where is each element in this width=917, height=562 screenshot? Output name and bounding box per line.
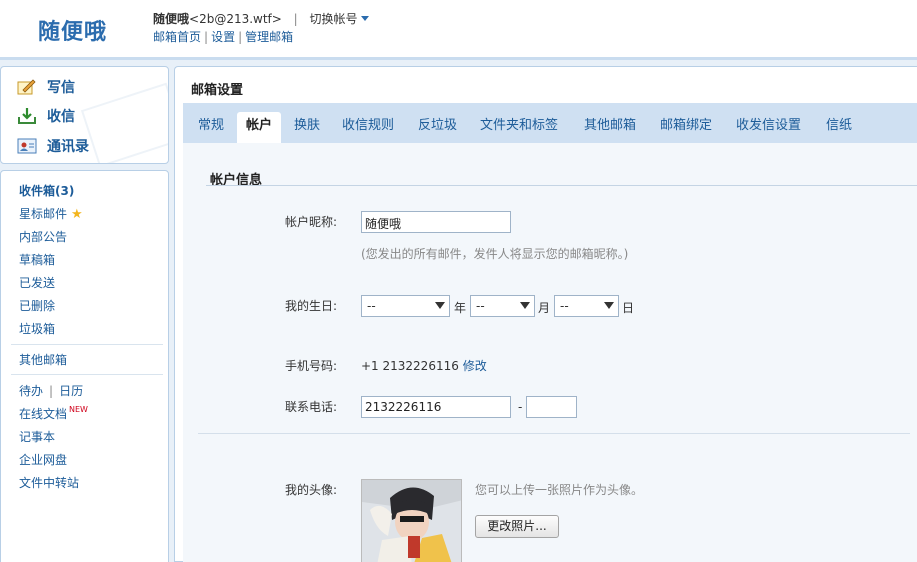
mobile-edit-link[interactable]: 修改 bbox=[463, 359, 487, 373]
birthday-year-value: -- bbox=[367, 299, 376, 313]
separator: | bbox=[238, 30, 243, 44]
user-email: <2b@213.wtf> bbox=[189, 12, 282, 26]
phone-input[interactable]: 2132226116 bbox=[361, 396, 511, 418]
calendar-link[interactable]: 日历 bbox=[59, 384, 83, 398]
user-info: 随便哦<2b@213.wtf> | 切换帐号 bbox=[153, 10, 369, 27]
quick-actions-panel: 写信 收信 通讯录 bbox=[0, 66, 169, 164]
star-icon: ★ bbox=[71, 207, 83, 222]
pencil-icon bbox=[17, 78, 37, 96]
compose-button[interactable]: 写信 bbox=[17, 76, 75, 98]
avatar bbox=[361, 479, 462, 562]
divider bbox=[11, 344, 163, 345]
birthday-day-value: -- bbox=[560, 299, 569, 313]
todo-link[interactable]: 待办 bbox=[19, 384, 43, 398]
tab-stationery[interactable]: 信纸 bbox=[826, 112, 852, 143]
folder-starred[interactable]: 星标邮件 ★ bbox=[19, 205, 83, 222]
birthday-day-select[interactable]: -- bbox=[554, 295, 619, 317]
folder-drafts[interactable]: 草稿箱 bbox=[19, 251, 55, 268]
chevron-down-icon bbox=[520, 302, 530, 309]
separator: | bbox=[204, 30, 209, 44]
file-transfer-link[interactable]: 文件中转站 bbox=[19, 474, 79, 491]
receive-label: 收信 bbox=[47, 109, 75, 125]
tab-other-mailboxes[interactable]: 其他邮箱 bbox=[584, 112, 636, 143]
birthday-year-select[interactable]: -- bbox=[361, 295, 450, 317]
tab-receive-rules[interactable]: 收信规则 bbox=[342, 112, 394, 143]
settings-tabs: 常规 帐户 换肤 收信规则 反垃圾 文件夹和标签 其他邮箱 邮箱绑定 收发信设置… bbox=[183, 103, 917, 143]
header-links: 邮箱首页 | 设置 | 管理邮箱 bbox=[153, 28, 293, 45]
user-nickname: 随便哦 bbox=[153, 12, 190, 26]
tab-folders-labels[interactable]: 文件夹和标签 bbox=[480, 112, 558, 143]
phone-extension-input[interactable] bbox=[526, 396, 577, 418]
folder-inbox[interactable]: 收件箱(3) bbox=[19, 182, 74, 199]
birthday-label: 我的生日: bbox=[285, 299, 338, 313]
folder-other-mailboxes[interactable]: 其他邮箱 bbox=[19, 351, 67, 368]
mobile-row: +1 2132226116 修改 bbox=[361, 357, 487, 374]
divider bbox=[198, 433, 910, 434]
contacts-label: 通讯录 bbox=[47, 139, 89, 155]
nickname-hint: (您发出的所有邮件，发件人将显示您的邮箱昵称。) bbox=[361, 247, 629, 261]
new-badge: NEW bbox=[69, 405, 88, 414]
birthday-month-value: -- bbox=[476, 299, 485, 313]
chevron-down-icon bbox=[435, 302, 445, 309]
folder-announcements[interactable]: 内部公告 bbox=[19, 228, 67, 245]
phone-label: 联系电话: bbox=[285, 400, 338, 414]
avatar-label: 我的头像: bbox=[285, 483, 338, 497]
year-unit: 年 bbox=[454, 301, 467, 315]
folder-spam[interactable]: 垃圾箱 bbox=[19, 320, 55, 337]
phone-dash: - bbox=[518, 400, 523, 414]
birthday-month-select[interactable]: -- bbox=[470, 295, 535, 317]
separator: | bbox=[293, 12, 298, 26]
settings-panel: 邮箱设置 常规 帐户 换肤 收信规则 反垃圾 文件夹和标签 其他邮箱 邮箱绑定 … bbox=[174, 66, 917, 562]
nickname-input[interactable]: 随便哦 bbox=[361, 211, 511, 233]
envelope-watermark-icon bbox=[80, 82, 168, 163]
folder-sent[interactable]: 已发送 bbox=[19, 274, 55, 291]
folder-list: 收件箱(3) 星标邮件 ★ 内部公告 草稿箱 已发送 已删除 垃圾箱 其他邮箱 待… bbox=[0, 170, 169, 562]
account-settings: 帐户信息 bbox=[183, 143, 917, 562]
receive-button[interactable]: 收信 bbox=[17, 105, 75, 127]
company-logo[interactable]: 随便哦 bbox=[38, 14, 107, 46]
month-unit: 月 bbox=[538, 301, 551, 315]
mobile-label: 手机号码: bbox=[285, 359, 338, 373]
compose-label: 写信 bbox=[47, 80, 75, 96]
tab-send-receive[interactable]: 收发信设置 bbox=[736, 112, 801, 143]
chevron-down-icon bbox=[604, 302, 614, 309]
divider bbox=[206, 185, 917, 186]
top-header: 随便哦 随便哦<2b@213.wtf> | 切换帐号 邮箱首页 | 设置 | 管理邮箱 bbox=[0, 0, 917, 60]
folder-deleted[interactable]: 已删除 bbox=[19, 297, 55, 314]
nickname-label: 帐户昵称: bbox=[285, 215, 338, 229]
page-title: 邮箱设置 bbox=[191, 83, 244, 98]
tab-mailbox-binding[interactable]: 邮箱绑定 bbox=[660, 112, 712, 143]
tab-skin[interactable]: 换肤 bbox=[294, 112, 320, 143]
contacts-button[interactable]: 通讯录 bbox=[17, 135, 89, 157]
tab-anti-spam[interactable]: 反垃圾 bbox=[418, 112, 457, 143]
netdisk-link[interactable]: 企业网盘 bbox=[19, 451, 67, 468]
mobile-value: +1 2132226116 bbox=[361, 359, 459, 373]
mailbox-home-link[interactable]: 邮箱首页 bbox=[153, 30, 201, 44]
starred-label: 星标邮件 bbox=[19, 207, 68, 221]
avatar-hint: 您可以上传一张照片作为头像。 bbox=[475, 483, 644, 497]
tab-account[interactable]: 帐户 bbox=[237, 112, 282, 143]
divider bbox=[11, 374, 163, 375]
notes-link[interactable]: 记事本 bbox=[19, 428, 55, 445]
day-unit: 日 bbox=[622, 301, 635, 315]
contact-card-icon bbox=[17, 137, 37, 155]
separator: | bbox=[49, 384, 54, 398]
online-docs-link[interactable]: 在线文档 NEW bbox=[19, 405, 88, 422]
settings-link[interactable]: 设置 bbox=[211, 30, 235, 44]
tab-general[interactable]: 常规 bbox=[198, 112, 224, 143]
inbox-download-icon bbox=[17, 107, 37, 125]
manage-mailbox-link[interactable]: 管理邮箱 bbox=[245, 30, 293, 44]
chevron-down-icon[interactable] bbox=[360, 16, 369, 21]
switch-account-link[interactable]: 切换帐号 bbox=[310, 12, 358, 26]
change-photo-button[interactable]: 更改照片... bbox=[475, 515, 559, 538]
todo-calendar-row: 待办 | 日历 bbox=[19, 382, 83, 399]
online-docs-label: 在线文档 bbox=[19, 407, 68, 421]
